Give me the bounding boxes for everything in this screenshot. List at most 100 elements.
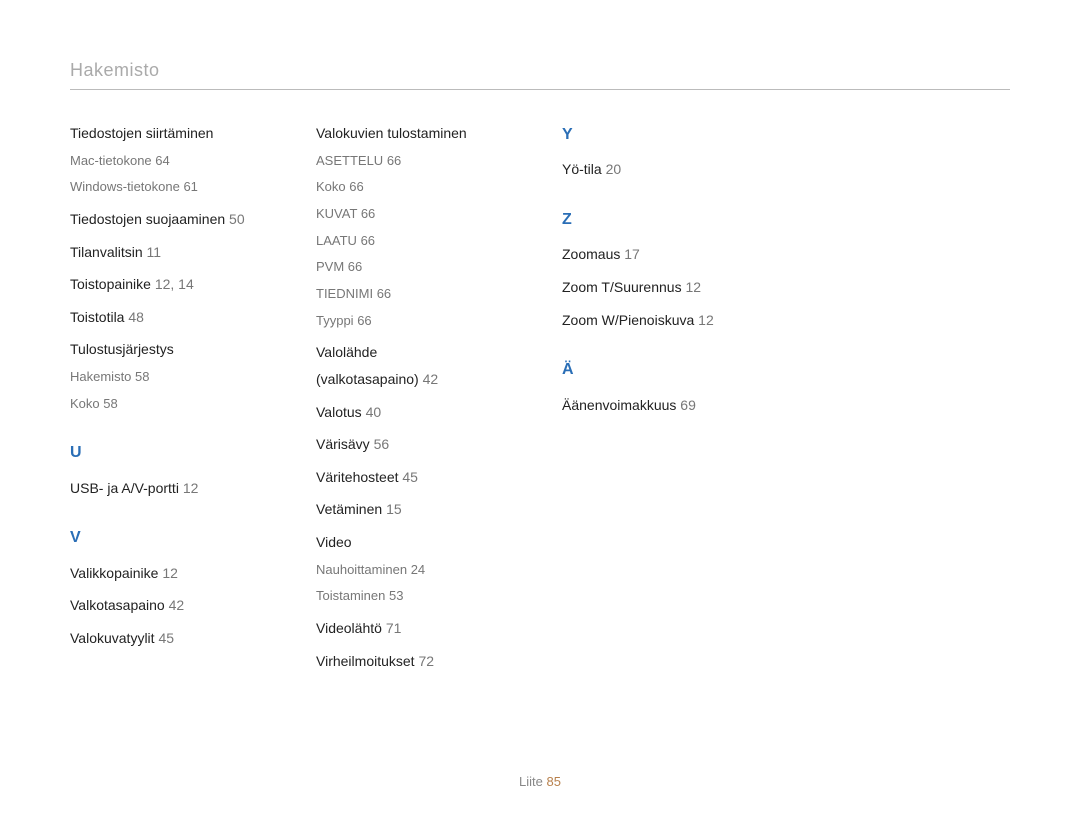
entry-term: Tilanvalitsin bbox=[70, 244, 143, 260]
entry-term: Valikkopainike bbox=[70, 565, 158, 581]
letter-heading-Z: Z bbox=[562, 205, 762, 235]
page-ref[interactable]: 15 bbox=[386, 501, 402, 517]
entry-term: Valokuvatyylit bbox=[70, 630, 155, 646]
page-ref[interactable]: 24 bbox=[411, 562, 425, 577]
entry-term: USB- ja A/V-portti bbox=[70, 480, 179, 496]
subentry-term: PVM bbox=[316, 259, 344, 274]
page-ref[interactable]: 69 bbox=[680, 397, 696, 413]
page-ref[interactable]: 48 bbox=[128, 309, 144, 325]
index-entry: Värisävy 56 bbox=[316, 431, 516, 458]
index-entry: Tilanvalitsin 11 bbox=[70, 239, 270, 266]
index-subentry: Koko 66 bbox=[316, 175, 516, 200]
entry-term: Zoom T/Suurennus bbox=[562, 279, 682, 295]
index-subentry: Koko 58 bbox=[70, 392, 270, 417]
page-ref[interactable]: 53 bbox=[389, 588, 403, 603]
page-ref[interactable]: 42 bbox=[169, 597, 185, 613]
page-ref[interactable]: 58 bbox=[135, 369, 149, 384]
entry-term: Virheilmoitukset bbox=[316, 653, 415, 669]
index-entry: Zoomaus 17 bbox=[562, 241, 762, 268]
index-entry: Valkotasapaino 42 bbox=[70, 592, 270, 619]
index-subentry: Mac-tietokone 64 bbox=[70, 149, 270, 174]
index-entry: Yö-tila 20 bbox=[562, 156, 762, 183]
index-entry: Vetäminen 15 bbox=[316, 496, 516, 523]
entry-term: Toistopainike bbox=[70, 276, 151, 292]
index-entry: Toistopainike 12, 14 bbox=[70, 271, 270, 298]
subentry-term: Toistaminen bbox=[316, 588, 385, 603]
entry-term: Äänenvoimakkuus bbox=[562, 397, 676, 413]
page-ref[interactable]: 61 bbox=[183, 179, 197, 194]
footer-page-number: 85 bbox=[547, 774, 561, 789]
index-col-2: Valokuvien tulostaminen ASETTELU 66 Koko… bbox=[316, 120, 516, 674]
page-ref[interactable]: 58 bbox=[103, 396, 117, 411]
page-ref[interactable]: 12 bbox=[685, 279, 701, 295]
page-footer: Liite 85 bbox=[0, 774, 1080, 789]
page-ref[interactable]: 11 bbox=[147, 244, 162, 260]
page-ref[interactable]: 12, 14 bbox=[155, 276, 194, 292]
index-subentry: Hakemisto 58 bbox=[70, 365, 270, 390]
index-entry: Valolähde bbox=[316, 339, 516, 366]
index-entry: Äänenvoimakkuus 69 bbox=[562, 392, 762, 419]
index-entry: Tiedostojen suojaaminen 50 bbox=[70, 206, 270, 233]
index-page: Hakemisto Tiedostojen siirtäminen Mac-ti… bbox=[0, 0, 1080, 815]
index-entry: Tiedostojen siirtäminen bbox=[70, 120, 270, 147]
entry-term: Toistotila bbox=[70, 309, 124, 325]
index-entry: Tulostusjärjestys bbox=[70, 336, 270, 363]
page-ref[interactable]: 50 bbox=[229, 211, 245, 227]
index-entry: Zoom T/Suurennus 12 bbox=[562, 274, 762, 301]
page-ref[interactable]: 66 bbox=[377, 286, 391, 301]
page-title: Hakemisto bbox=[70, 60, 1010, 90]
subentry-term: Mac-tietokone bbox=[70, 153, 152, 168]
index-subentry: Nauhoittaminen 24 bbox=[316, 558, 516, 583]
index-entry: Valotus 40 bbox=[316, 399, 516, 426]
page-ref[interactable]: 40 bbox=[366, 404, 382, 420]
index-entry: Valokuvien tulostaminen bbox=[316, 120, 516, 147]
entry-term: Valotus bbox=[316, 404, 362, 420]
subentry-term: Koko bbox=[316, 179, 346, 194]
page-ref[interactable]: 12 bbox=[698, 312, 714, 328]
page-ref[interactable]: 17 bbox=[624, 246, 640, 262]
page-ref[interactable]: 66 bbox=[361, 206, 375, 221]
index-subentry: Windows-tietokone 61 bbox=[70, 175, 270, 200]
index-entry: Valokuvatyylit 45 bbox=[70, 625, 270, 652]
page-ref[interactable]: 45 bbox=[402, 469, 418, 485]
page-ref[interactable]: 66 bbox=[357, 313, 371, 328]
entry-term: Vetäminen bbox=[316, 501, 382, 517]
page-ref[interactable]: 71 bbox=[386, 620, 402, 636]
page-ref[interactable]: 45 bbox=[158, 630, 174, 646]
subentry-term: LAATU bbox=[316, 233, 357, 248]
page-ref[interactable]: 66 bbox=[349, 179, 363, 194]
index-subentry: KUVAT 66 bbox=[316, 202, 516, 227]
entry-term: Värisävy bbox=[316, 436, 370, 452]
page-ref[interactable]: 64 bbox=[155, 153, 169, 168]
page-ref[interactable]: 20 bbox=[606, 161, 622, 177]
entry-term: Yö-tila bbox=[562, 161, 602, 177]
subentry-term: KUVAT bbox=[316, 206, 357, 221]
letter-heading-A-umlaut: Ä bbox=[562, 355, 762, 385]
index-subentry: Toistaminen 53 bbox=[316, 584, 516, 609]
page-ref[interactable]: 42 bbox=[423, 371, 439, 387]
page-ref[interactable]: 66 bbox=[348, 259, 362, 274]
page-ref[interactable]: 72 bbox=[418, 653, 434, 669]
entry-term: (valkotasapaino) bbox=[316, 371, 419, 387]
page-ref[interactable]: 56 bbox=[374, 436, 390, 452]
entry-term: Valkotasapaino bbox=[70, 597, 165, 613]
index-subentry: TIEDNIMI 66 bbox=[316, 282, 516, 307]
page-ref[interactable]: 66 bbox=[361, 233, 375, 248]
page-ref[interactable]: 12 bbox=[162, 565, 178, 581]
entry-term: Zoomaus bbox=[562, 246, 620, 262]
page-ref[interactable]: 12 bbox=[183, 480, 199, 496]
subentry-term: ASETTELU bbox=[316, 153, 383, 168]
page-ref[interactable]: 66 bbox=[387, 153, 401, 168]
index-col-1: Tiedostojen siirtäminen Mac-tietokone 64… bbox=[70, 120, 270, 674]
index-entry: (valkotasapaino) 42 bbox=[316, 366, 516, 393]
subentry-term: Windows-tietokone bbox=[70, 179, 180, 194]
entry-term: Videolähtö bbox=[316, 620, 382, 636]
letter-heading-V: V bbox=[70, 523, 270, 553]
index-entry: USB- ja A/V-portti 12 bbox=[70, 475, 270, 502]
subentry-term: Koko bbox=[70, 396, 100, 411]
index-entry: Väritehosteet 45 bbox=[316, 464, 516, 491]
letter-heading-U: U bbox=[70, 438, 270, 468]
index-entry: Valikkopainike 12 bbox=[70, 560, 270, 587]
index-entry: Video bbox=[316, 529, 516, 556]
index-subentry: Tyyppi 66 bbox=[316, 309, 516, 334]
